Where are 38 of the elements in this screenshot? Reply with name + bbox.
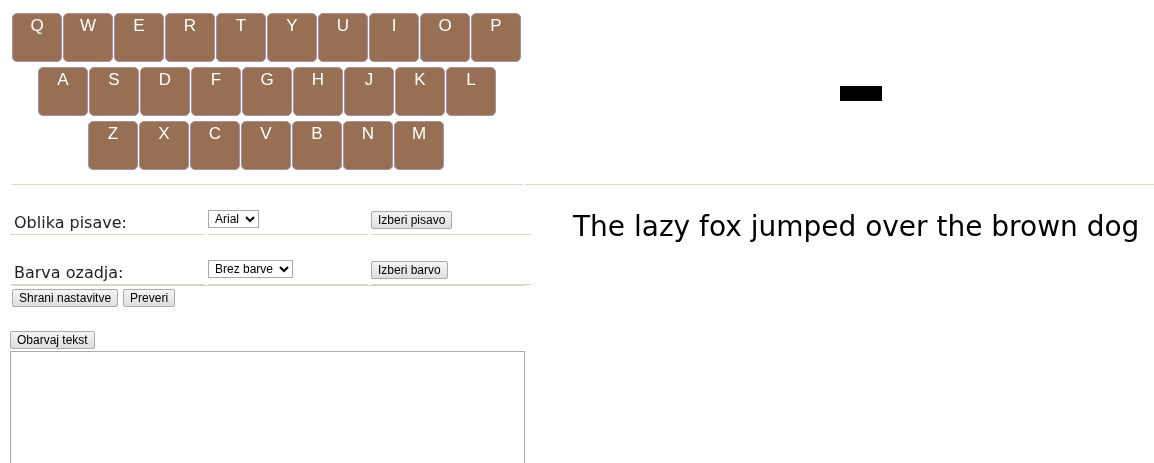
key-button[interactable]: F — [191, 67, 241, 116]
key-button[interactable]: I — [369, 13, 419, 62]
key-button[interactable]: A — [38, 67, 88, 116]
key-button[interactable]: Q — [12, 13, 62, 62]
key-button[interactable]: D — [140, 67, 190, 116]
dropdown[interactable]: Arial — [208, 210, 259, 228]
setting-label: Oblika pisave: — [10, 213, 205, 235]
key-button[interactable]: G — [242, 67, 292, 116]
key-button[interactable]: H — [293, 67, 343, 116]
text-area[interactable] — [10, 351, 525, 463]
key-button[interactable]: R — [165, 13, 215, 62]
key-button[interactable]: B — [292, 121, 342, 170]
action-button[interactable]: Shrani nastavitve — [12, 289, 119, 307]
choose-button[interactable]: Izberi pisavo — [371, 211, 453, 229]
key-button[interactable]: W — [63, 13, 113, 62]
preview-text: The lazy fox jumped over the brown dog — [573, 210, 1141, 243]
key-button[interactable]: C — [190, 121, 240, 170]
color-text-button[interactable]: Obarvaj tekst — [10, 331, 95, 349]
choose-button[interactable]: Izberi barvo — [371, 261, 448, 279]
key-button[interactable]: N — [343, 121, 393, 170]
key-button[interactable]: X — [139, 121, 189, 170]
action-button[interactable]: Preveri — [123, 289, 176, 307]
setting-label: Barva ozadja: — [10, 263, 205, 285]
key-button[interactable]: S — [89, 67, 139, 116]
key-button[interactable]: K — [395, 67, 445, 116]
key-button[interactable]: J — [344, 67, 394, 116]
key-button[interactable]: P — [471, 13, 521, 62]
key-button[interactable]: U — [318, 13, 368, 62]
key-button[interactable]: T — [216, 13, 266, 62]
key-button[interactable]: L — [446, 67, 496, 116]
key-button[interactable]: E — [114, 13, 164, 62]
key-button[interactable]: V — [241, 121, 291, 170]
key-button[interactable]: Z — [88, 121, 138, 170]
key-button[interactable]: O — [420, 13, 470, 62]
key-button[interactable]: M — [394, 121, 444, 170]
key-button[interactable]: Y — [267, 13, 317, 62]
dropdown[interactable]: Brez barve — [208, 260, 293, 278]
cursor-block — [839, 86, 882, 101]
